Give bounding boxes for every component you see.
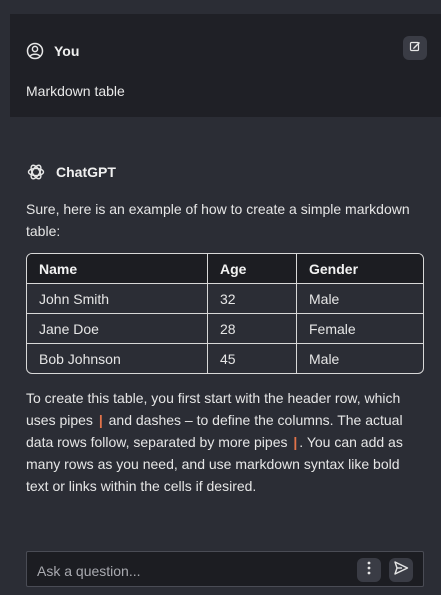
question-input-bar [26, 551, 424, 587]
edit-icon [409, 39, 421, 57]
table-cell: Jane Doe [27, 314, 208, 344]
table-row: Jane Doe 28 Female [27, 314, 423, 344]
pipe-symbol: | [98, 412, 103, 428]
table-cell: John Smith [27, 284, 208, 314]
chat-app: You Markdown table ChatGPT Sure, here is… [0, 0, 441, 595]
table-header-row: Name Age Gender [27, 254, 423, 284]
assistant-author-name: ChatGPT [56, 164, 116, 180]
top-strip [0, 0, 441, 14]
user-message-text: Markdown table [26, 83, 125, 99]
table-cell: Male [297, 284, 423, 314]
table-header-cell: Age [208, 254, 297, 284]
assistant-intro-text: Sure, here is an example of how to creat… [26, 201, 410, 239]
user-author-name: You [54, 43, 80, 59]
table-row: John Smith 32 Male [27, 284, 423, 314]
vertical-dots-icon [367, 561, 371, 580]
table-cell: Bob Johnson [27, 344, 208, 373]
user-circle-icon [26, 42, 44, 60]
user-message-header: You [26, 42, 79, 60]
options-menu-button[interactable] [357, 558, 381, 582]
send-button[interactable] [389, 558, 413, 582]
markdown-table: Name Age Gender John Smith 32 Male Jane … [26, 253, 424, 374]
table-cell: 28 [208, 314, 297, 344]
openai-logo-icon [26, 162, 46, 182]
assistant-message-header: ChatGPT [26, 162, 116, 182]
table-cell: 32 [208, 284, 297, 314]
table-header-cell: Gender [297, 254, 423, 284]
edit-message-button[interactable] [403, 36, 427, 60]
user-message-panel: You Markdown table [10, 14, 441, 117]
assistant-body-text: To create this table, you first start wi… [26, 387, 418, 497]
question-input[interactable] [35, 559, 359, 583]
send-icon [393, 560, 409, 581]
table-cell: Male [309, 350, 340, 367]
table-row: Bob Johnson 45 Male [27, 344, 423, 373]
table-header-cell: Name [27, 254, 208, 284]
table-cell: Female [297, 314, 423, 344]
table-cell: 45 [208, 344, 297, 373]
